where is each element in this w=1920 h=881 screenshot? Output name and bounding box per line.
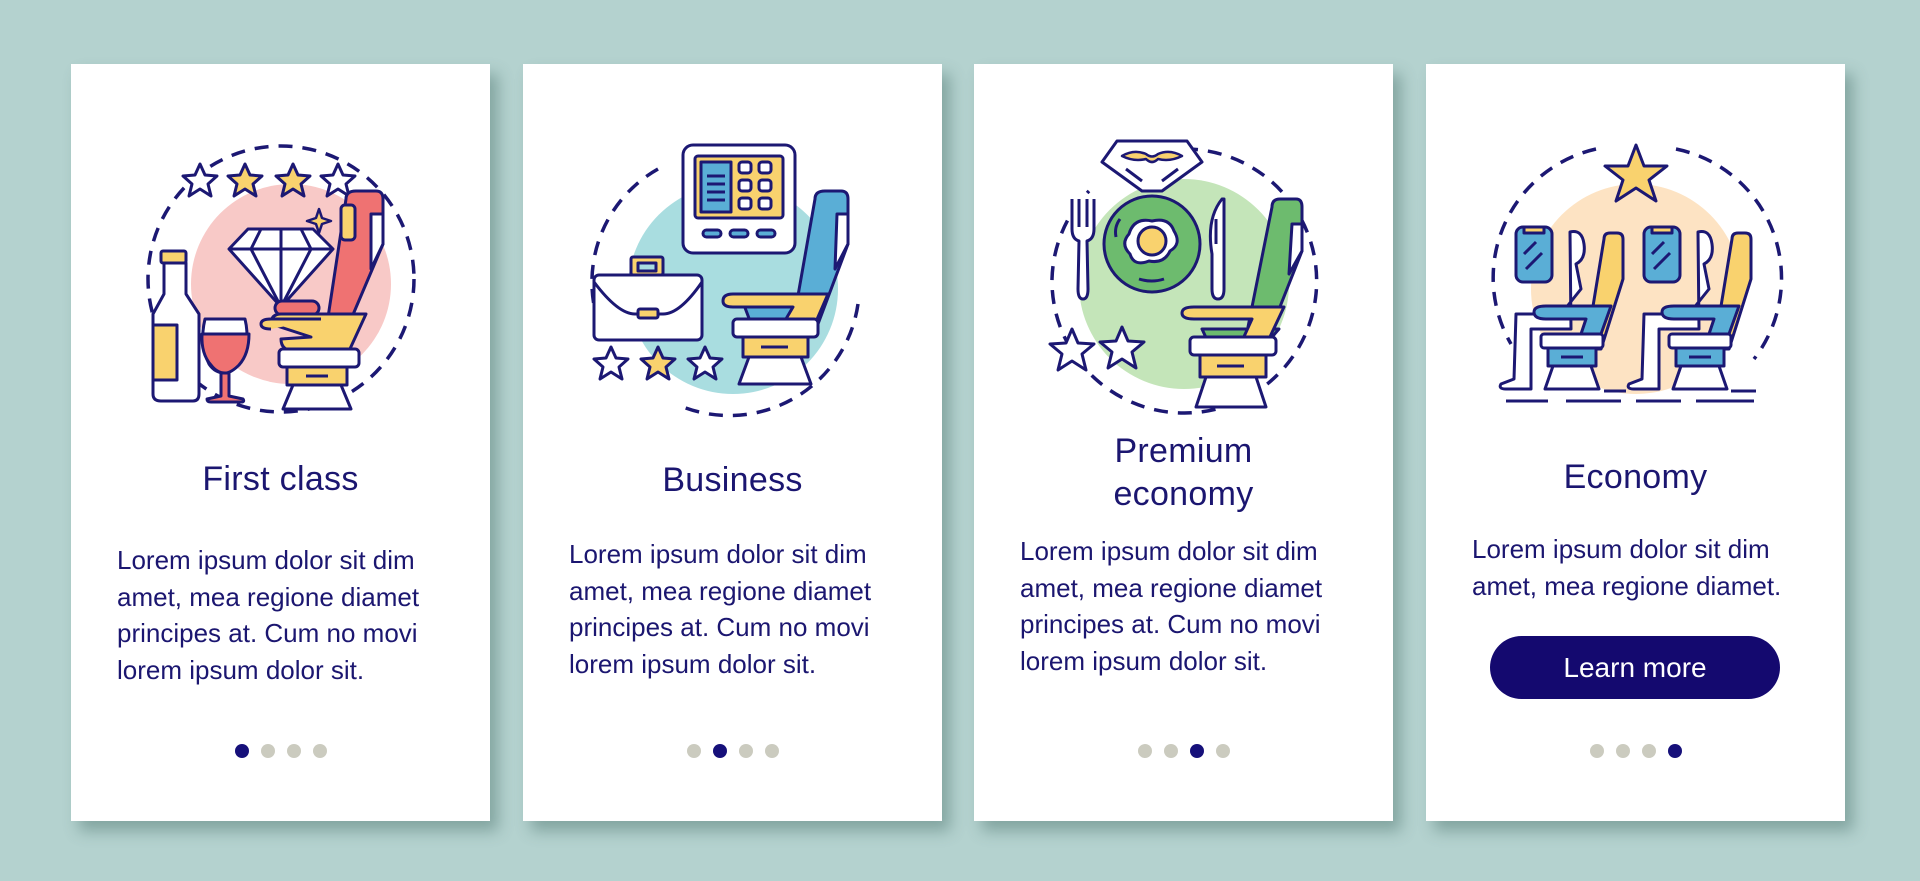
star-icon [592, 345, 629, 381]
star-icon [1048, 327, 1095, 372]
page-dot[interactable] [286, 744, 301, 758]
page-dot[interactable] [1137, 744, 1152, 758]
first-class-icon [131, 129, 431, 429]
card-title-line: Premium [1114, 432, 1253, 470]
card-title-line: First class [202, 460, 359, 498]
page-indicator [523, 744, 942, 760]
page-dot[interactable] [686, 744, 701, 758]
window-icon [1642, 225, 1681, 284]
card-title: Business [523, 458, 942, 502]
page-dot-active[interactable] [1667, 744, 1682, 758]
knife-icon [1208, 197, 1225, 301]
page-dot[interactable] [1163, 744, 1178, 758]
page-dot[interactable] [1641, 744, 1656, 758]
card-description: Lorem ipsum dolor sit dim amet, mea regi… [569, 536, 912, 682]
description-line: lorem ipsum dolor sit. [569, 648, 817, 679]
entertainment-screen-icon [681, 143, 796, 255]
card-description: Lorem ipsum dolor sit dim amet, mea regi… [1472, 531, 1815, 604]
card-title: Premium economy [974, 429, 1393, 516]
page-dot[interactable] [1215, 744, 1230, 758]
page-dot[interactable] [1615, 744, 1630, 758]
card-title-line: economy [1113, 475, 1254, 513]
page-indicator [974, 744, 1393, 760]
description-line: amet, mea regione diamet [1020, 572, 1323, 603]
page-indicator [71, 744, 490, 760]
page-dot[interactable] [764, 744, 779, 758]
plate-icon [1102, 194, 1201, 294]
card-title-line: Economy [1563, 458, 1708, 496]
onboarding-card-premium-economy: Premium economy Lorem ipsum dolor sit di… [974, 64, 1393, 821]
description-line: lorem ipsum dolor sit. [1020, 645, 1268, 676]
economy-class-icon [1486, 129, 1786, 429]
page-indicator [1426, 744, 1845, 760]
page-dot[interactable] [1589, 744, 1604, 758]
wine-glass-icon [199, 317, 250, 404]
card-description: Lorem ipsum dolor sit dim amet, mea regi… [1020, 533, 1363, 679]
description-line: principes at. Cum no movi [117, 618, 418, 648]
description-line: amet, mea regione diamet [569, 575, 872, 606]
description-line: amet, mea regione diamet [117, 581, 420, 612]
page-dot-active[interactable] [712, 744, 727, 758]
onboarding-card-business: Business Lorem ipsum dolor sit dim amet,… [523, 64, 942, 821]
description-line: principes at. Cum no movi [1020, 609, 1321, 639]
description-line: amet, mea regione diamet. [1472, 570, 1782, 601]
star-icon [181, 162, 218, 198]
description-line: principes at. Cum no movi [569, 612, 870, 642]
description-line: Lorem ipsum dolor sit dim [117, 545, 415, 575]
card-description: Lorem ipsum dolor sit dim amet, mea regi… [117, 542, 460, 688]
description-line: lorem ipsum dolor sit. [117, 654, 365, 685]
description-line: Lorem ipsum dolor sit dim [1020, 536, 1318, 566]
learn-more-button[interactable]: Learn more [1490, 636, 1780, 699]
onboarding-card-economy: Economy Lorem ipsum dolor sit dim amet, … [1426, 64, 1845, 821]
description-line: Lorem ipsum dolor sit dim [569, 539, 867, 569]
page-dot[interactable] [312, 744, 327, 758]
premium-economy-icon [1034, 129, 1334, 429]
business-class-icon [583, 129, 883, 429]
page-dot[interactable] [738, 744, 753, 758]
onboarding-card-first-class: First class Lorem ipsum dolor sit dim am… [71, 64, 490, 821]
page-dot-active[interactable] [1189, 744, 1204, 758]
description-line: Lorem ipsum dolor sit dim [1472, 534, 1770, 564]
card-title: Economy [1426, 455, 1845, 499]
card-title-line: Business [662, 461, 803, 499]
page-dot[interactable] [260, 744, 275, 758]
card-title: First class [71, 457, 490, 501]
page-dot-active[interactable] [234, 744, 249, 758]
window-icon [1514, 225, 1553, 284]
